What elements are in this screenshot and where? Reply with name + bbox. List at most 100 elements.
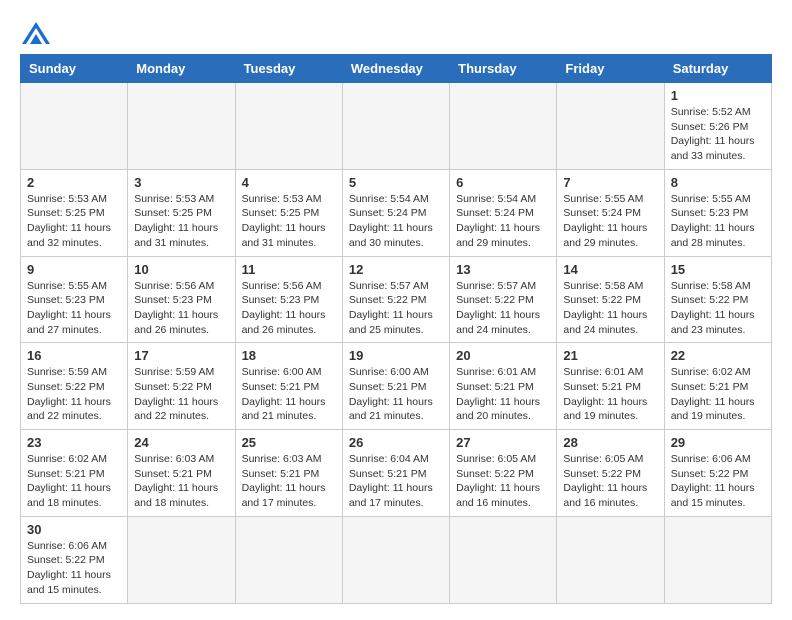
day-info: Sunrise: 6:03 AM Sunset: 5:21 PM Dayligh…: [242, 452, 336, 511]
day-info: Sunrise: 5:53 AM Sunset: 5:25 PM Dayligh…: [27, 192, 121, 251]
calendar-cell: 9Sunrise: 5:55 AM Sunset: 5:23 PM Daylig…: [21, 256, 128, 343]
calendar-week-row: 16 Sunrise: 5:59 AM Sunset: 5:22 PM Dayli…: [21, 343, 772, 430]
calendar-cell: 28 Sunrise: 6:05 AM Sunset: 5:22 PM Dayli…: [557, 430, 664, 517]
calendar-cell: [128, 83, 235, 170]
calendar-cell: [664, 516, 771, 603]
weekday-header-monday: Monday: [128, 55, 235, 83]
day-number: 10: [134, 262, 228, 277]
day-info: Sunrise: 5:55 AM Sunset: 5:23 PM Dayligh…: [671, 192, 765, 251]
day-number: 4: [242, 175, 336, 190]
calendar-cell: 8 Sunrise: 5:55 AM Sunset: 5:23 PM Daylig…: [664, 169, 771, 256]
calendar-cell: [557, 83, 664, 170]
calendar-cell: [235, 83, 342, 170]
calendar-cell: 17 Sunrise: 5:59 AM Sunset: 5:22 PM Dayli…: [128, 343, 235, 430]
day-number: 25: [242, 435, 336, 450]
day-info: Sunrise: 5:57 AM Sunset: 5:22 PM Dayligh…: [349, 279, 443, 338]
calendar-cell: 1 Sunrise: 5:52 AM Sunset: 5:26 PM Daylig…: [664, 83, 771, 170]
day-info: Sunrise: 5:59 AM Sunset: 5:22 PM Dayligh…: [134, 365, 228, 424]
day-number: 6: [456, 175, 550, 190]
calendar-cell: 24Sunrise: 6:03 AM Sunset: 5:21 PM Dayli…: [128, 430, 235, 517]
day-info: Sunrise: 5:59 AM Sunset: 5:22 PM Dayligh…: [27, 365, 121, 424]
day-info: Sunrise: 5:54 AM Sunset: 5:24 PM Dayligh…: [456, 192, 550, 251]
day-number: 19: [349, 348, 443, 363]
day-info: Sunrise: 5:58 AM Sunset: 5:22 PM Dayligh…: [671, 279, 765, 338]
calendar-cell: 6 Sunrise: 5:54 AM Sunset: 5:24 PM Daylig…: [450, 169, 557, 256]
day-number: 18: [242, 348, 336, 363]
calendar-cell: 2 Sunrise: 5:53 AM Sunset: 5:25 PM Daylig…: [21, 169, 128, 256]
day-info: Sunrise: 6:04 AM Sunset: 5:21 PM Dayligh…: [349, 452, 443, 511]
calendar-cell: 25 Sunrise: 6:03 AM Sunset: 5:21 PM Dayli…: [235, 430, 342, 517]
calendar-cell: 5Sunrise: 5:54 AM Sunset: 5:24 PM Daylig…: [342, 169, 449, 256]
day-number: 28: [563, 435, 657, 450]
day-number: 14: [563, 262, 657, 277]
day-info: Sunrise: 5:53 AM Sunset: 5:25 PM Dayligh…: [134, 192, 228, 251]
calendar-cell: 16 Sunrise: 5:59 AM Sunset: 5:22 PM Dayli…: [21, 343, 128, 430]
day-number: 7: [563, 175, 657, 190]
weekday-header-row: SundayMondayTuesdayWednesdayThursdayFrid…: [21, 55, 772, 83]
day-number: 22: [671, 348, 765, 363]
day-number: 1: [671, 88, 765, 103]
calendar-cell: 21 Sunrise: 6:01 AM Sunset: 5:21 PM Dayli…: [557, 343, 664, 430]
day-info: Sunrise: 6:02 AM Sunset: 5:21 PM Dayligh…: [671, 365, 765, 424]
day-number: 2: [27, 175, 121, 190]
calendar-cell: 3 Sunrise: 5:53 AM Sunset: 5:25 PM Daylig…: [128, 169, 235, 256]
day-number: 11: [242, 262, 336, 277]
day-number: 17: [134, 348, 228, 363]
day-number: 23: [27, 435, 121, 450]
day-number: 13: [456, 262, 550, 277]
day-info: Sunrise: 5:52 AM Sunset: 5:26 PM Dayligh…: [671, 105, 765, 164]
calendar-cell: 18 Sunrise: 6:00 AM Sunset: 5:21 PM Dayli…: [235, 343, 342, 430]
day-info: Sunrise: 6:01 AM Sunset: 5:21 PM Dayligh…: [456, 365, 550, 424]
logo: [20, 16, 50, 46]
day-info: Sunrise: 6:05 AM Sunset: 5:22 PM Dayligh…: [563, 452, 657, 511]
calendar-cell: 19 Sunrise: 6:00 AM Sunset: 5:21 PM Dayli…: [342, 343, 449, 430]
weekday-header-tuesday: Tuesday: [235, 55, 342, 83]
calendar-cell: 30 Sunrise: 6:06 AM Sunset: 5:22 PM Dayli…: [21, 516, 128, 603]
calendar-cell: 23 Sunrise: 6:02 AM Sunset: 5:21 PM Dayli…: [21, 430, 128, 517]
day-info: Sunrise: 6:00 AM Sunset: 5:21 PM Dayligh…: [242, 365, 336, 424]
day-number: 24: [134, 435, 228, 450]
day-info: Sunrise: 6:01 AM Sunset: 5:21 PM Dayligh…: [563, 365, 657, 424]
calendar-cell: 10Sunrise: 5:56 AM Sunset: 5:23 PM Dayli…: [128, 256, 235, 343]
calendar-cell: 29 Sunrise: 6:06 AM Sunset: 5:22 PM Dayli…: [664, 430, 771, 517]
calendar-cell: 13 Sunrise: 5:57 AM Sunset: 5:22 PM Dayli…: [450, 256, 557, 343]
calendar-cell: [450, 83, 557, 170]
calendar-cell: [342, 83, 449, 170]
day-info: Sunrise: 6:02 AM Sunset: 5:21 PM Dayligh…: [27, 452, 121, 511]
calendar-week-row: 30 Sunrise: 6:06 AM Sunset: 5:22 PM Dayli…: [21, 516, 772, 603]
day-number: 3: [134, 175, 228, 190]
day-number: 21: [563, 348, 657, 363]
calendar-table: SundayMondayTuesdayWednesdayThursdayFrid…: [20, 54, 772, 604]
day-number: 30: [27, 522, 121, 537]
day-number: 29: [671, 435, 765, 450]
calendar-week-row: 9Sunrise: 5:55 AM Sunset: 5:23 PM Daylig…: [21, 256, 772, 343]
day-info: Sunrise: 5:53 AM Sunset: 5:25 PM Dayligh…: [242, 192, 336, 251]
day-info: Sunrise: 5:56 AM Sunset: 5:23 PM Dayligh…: [242, 279, 336, 338]
calendar-cell: [450, 516, 557, 603]
header: [20, 16, 772, 46]
calendar-cell: 22 Sunrise: 6:02 AM Sunset: 5:21 PM Dayli…: [664, 343, 771, 430]
day-info: Sunrise: 5:55 AM Sunset: 5:23 PM Dayligh…: [27, 279, 121, 338]
day-number: 16: [27, 348, 121, 363]
day-number: 8: [671, 175, 765, 190]
calendar-cell: [21, 83, 128, 170]
day-number: 27: [456, 435, 550, 450]
calendar-week-row: 1 Sunrise: 5:52 AM Sunset: 5:26 PM Daylig…: [21, 83, 772, 170]
day-info: Sunrise: 5:57 AM Sunset: 5:22 PM Dayligh…: [456, 279, 550, 338]
weekday-header-thursday: Thursday: [450, 55, 557, 83]
weekday-header-friday: Friday: [557, 55, 664, 83]
calendar-cell: 27Sunrise: 6:05 AM Sunset: 5:22 PM Dayli…: [450, 430, 557, 517]
calendar-cell: 12 Sunrise: 5:57 AM Sunset: 5:22 PM Dayli…: [342, 256, 449, 343]
calendar-week-row: 23 Sunrise: 6:02 AM Sunset: 5:21 PM Dayli…: [21, 430, 772, 517]
calendar-cell: 4 Sunrise: 5:53 AM Sunset: 5:25 PM Daylig…: [235, 169, 342, 256]
day-info: Sunrise: 6:06 AM Sunset: 5:22 PM Dayligh…: [27, 539, 121, 598]
calendar-cell: [557, 516, 664, 603]
day-info: Sunrise: 6:06 AM Sunset: 5:22 PM Dayligh…: [671, 452, 765, 511]
logo-icon: [22, 22, 50, 44]
day-number: 15: [671, 262, 765, 277]
calendar-cell: [342, 516, 449, 603]
day-number: 20: [456, 348, 550, 363]
day-number: 12: [349, 262, 443, 277]
calendar-cell: 14Sunrise: 5:58 AM Sunset: 5:22 PM Dayli…: [557, 256, 664, 343]
day-info: Sunrise: 6:00 AM Sunset: 5:21 PM Dayligh…: [349, 365, 443, 424]
